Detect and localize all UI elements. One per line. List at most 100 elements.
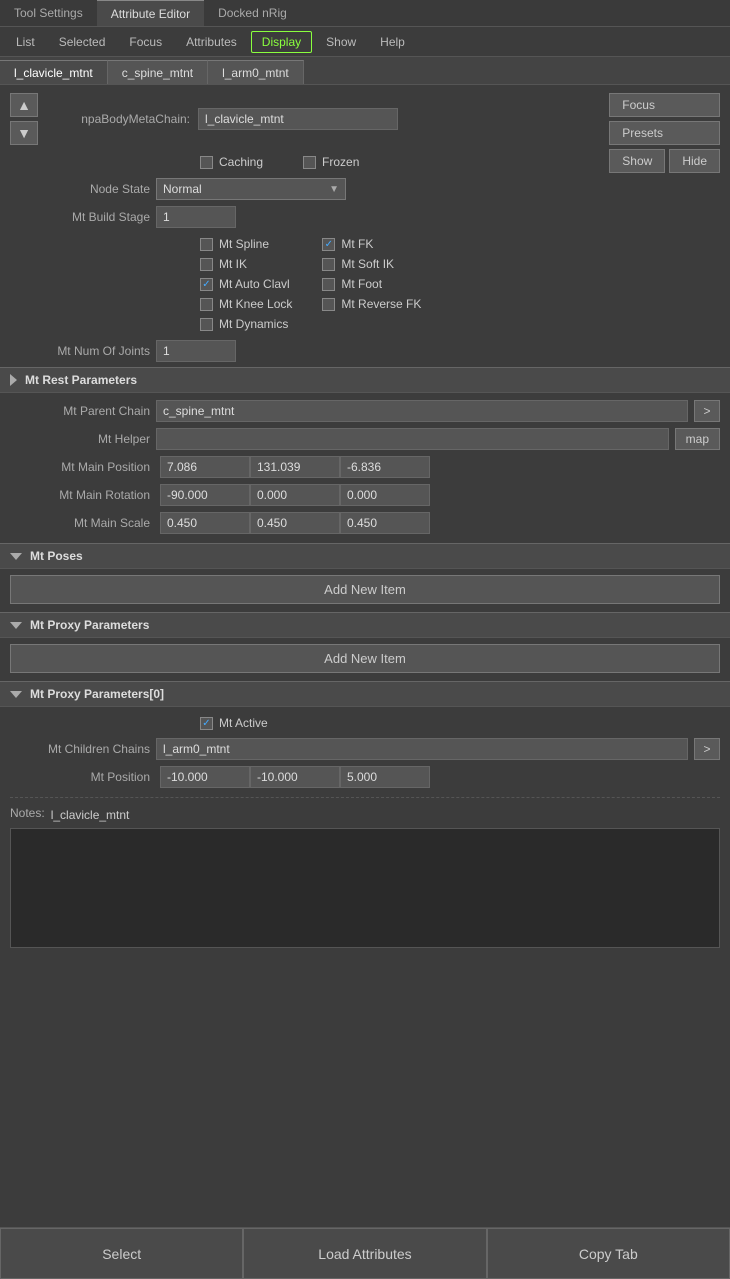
main-rotation-y-input[interactable] [250,484,340,506]
divider [10,797,720,798]
mt-ik-label: Mt IK [219,257,247,271]
main-content: ▲ ▼ npaBodyMetaChain: Focus Presets Show… [0,85,730,1227]
node-state-label: Node State [10,182,150,196]
menu-help[interactable]: Help [370,32,415,52]
rest-parameters-content: Mt Parent Chain > Mt Helper map Mt Main … [0,393,730,541]
menu-show[interactable]: Show [316,32,366,52]
proxy-add-new-item-button[interactable]: Add New Item [10,644,720,673]
main-position-y-input[interactable] [250,456,340,478]
menu-list[interactable]: List [6,32,45,52]
bottom-bar: Select Load Attributes Copy Tab [0,1227,730,1279]
node-state-row: Node State Normal ▼ [0,175,730,203]
parent-chain-row: Mt Parent Chain > [0,397,730,425]
parent-chain-input[interactable] [156,400,688,422]
file-tab-l-clavicle[interactable]: l_clavicle_mtnt [0,60,108,84]
mt-ik-checkbox[interactable] [200,258,213,271]
mt-num-joints-input[interactable] [156,340,236,362]
mt-position-y-input[interactable] [250,766,340,788]
poses-add-new-item-button[interactable]: Add New Item [10,575,720,604]
proxy-params-0-header[interactable]: Mt Proxy Parameters[0] [0,681,730,707]
file-tab-l-arm0[interactable]: l_arm0_mtnt [208,60,304,84]
tool-settings-tab[interactable]: Tool Settings [0,0,97,26]
main-position-row: Mt Main Position [0,453,730,481]
notes-textarea[interactable] [10,828,720,948]
mt-reverse-fk-label: Mt Reverse FK [341,297,421,311]
file-tab-c-spine[interactable]: c_spine_mtnt [108,60,208,84]
cb-mt-auto-clavl: Mt Auto Clavl [200,277,292,291]
cb-mt-fk: Mt FK [322,237,421,251]
proxy-params-0-triangle-icon [10,691,22,698]
children-chains-input[interactable] [156,738,688,760]
mt-build-stage-input[interactable] [156,206,236,228]
mt-position-label: Mt Position [10,770,150,784]
main-scale-label: Mt Main Scale [10,516,150,530]
main-position-z-input[interactable] [340,456,430,478]
mt-active-checkbox[interactable] [200,717,213,730]
menu-display[interactable]: Display [251,31,312,53]
proxy-params-title: Mt Proxy Parameters [30,618,149,632]
mt-position-z-input[interactable] [340,766,430,788]
mt-position-x-input[interactable] [160,766,250,788]
mt-fk-label: Mt FK [341,237,373,251]
poses-triangle-icon [10,553,22,560]
caching-label: Caching [219,155,263,169]
helper-row: Mt Helper map [0,425,730,453]
map-button[interactable]: map [675,428,720,450]
show-button[interactable]: Show [609,149,665,173]
hide-button[interactable]: Hide [669,149,720,173]
copy-tab-button[interactable]: Copy Tab [487,1228,730,1279]
caching-checkbox[interactable] [200,156,213,169]
menu-focus[interactable]: Focus [119,32,172,52]
mt-knee-lock-checkbox[interactable] [200,298,213,311]
mt-fk-checkbox[interactable] [322,238,335,251]
mt-auto-clavl-label: Mt Auto Clavl [219,277,290,291]
load-attributes-button[interactable]: Load Attributes [243,1228,486,1279]
arrow-up-icon[interactable]: ▲ [10,93,38,117]
parent-chain-label: Mt Parent Chain [10,404,150,418]
children-chains-arrow-button[interactable]: > [694,738,720,760]
notes-label: Notes: [10,806,45,820]
cb-mt-ik: Mt IK [200,257,292,271]
main-scale-z-input[interactable] [340,512,430,534]
main-rotation-x-input[interactable] [160,484,250,506]
mt-position-row: Mt Position [0,763,730,791]
mt-spline-checkbox[interactable] [200,238,213,251]
arrow-down-icon[interactable]: ▼ [10,121,38,145]
proxy-params-0-title: Mt Proxy Parameters[0] [30,687,164,701]
main-rotation-row: Mt Main Rotation [0,481,730,509]
mt-dynamics-checkbox[interactable] [200,318,213,331]
docked-nrig-tab[interactable]: Docked nRig [204,0,301,26]
npa-body-meta-chain-input[interactable] [198,108,398,130]
poses-title: Mt Poses [30,549,83,563]
mt-reverse-fk-checkbox[interactable] [322,298,335,311]
poses-header[interactable]: Mt Poses [0,543,730,569]
mt-auto-clavl-checkbox[interactable] [200,278,213,291]
attribute-editor-tab[interactable]: Attribute Editor [97,0,204,26]
focus-button[interactable]: Focus [609,93,720,117]
rest-parameters-title: Mt Rest Parameters [25,373,137,387]
mt-foot-checkbox[interactable] [322,278,335,291]
presets-button[interactable]: Presets [609,121,720,145]
proxy-params-header[interactable]: Mt Proxy Parameters [0,612,730,638]
proxy-params-0-content: Mt Active Mt Children Chains > Mt Positi… [0,707,730,795]
main-scale-y-input[interactable] [250,512,340,534]
right-checkbox-group: Mt FK Mt Soft IK Mt Foot Mt Reverse FK [322,237,421,331]
menu-attributes[interactable]: Attributes [176,32,247,52]
menu-selected[interactable]: Selected [49,32,116,52]
node-state-dropdown[interactable]: Normal ▼ [156,178,346,200]
frozen-checkbox[interactable] [303,156,316,169]
main-rotation-z-input[interactable] [340,484,430,506]
parent-chain-arrow-button[interactable]: > [694,400,720,422]
mt-knee-lock-label: Mt Knee Lock [219,297,292,311]
helper-input[interactable] [156,428,669,450]
npa-body-meta-chain-label: npaBodyMetaChain: [50,112,190,126]
select-button[interactable]: Select [0,1228,243,1279]
proxy-params-triangle-icon [10,622,22,629]
checkboxes-section: Mt Spline Mt IK Mt Auto Clavl Mt Knee Lo… [0,231,730,337]
cb-mt-dynamics: Mt Dynamics [200,317,292,331]
rest-parameters-header[interactable]: Mt Rest Parameters [0,367,730,393]
main-position-x-input[interactable] [160,456,250,478]
cb-mt-knee-lock: Mt Knee Lock [200,297,292,311]
main-scale-x-input[interactable] [160,512,250,534]
mt-soft-ik-checkbox[interactable] [322,258,335,271]
